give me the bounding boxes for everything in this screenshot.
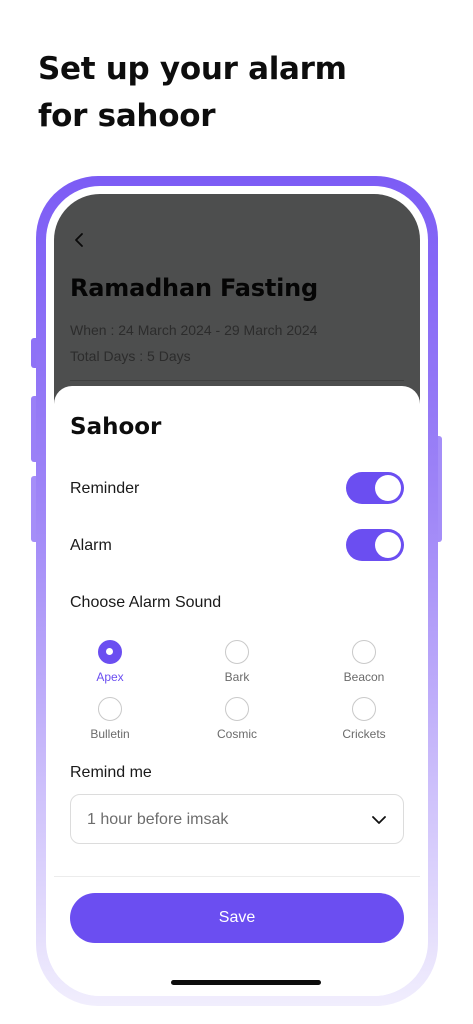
radio-button[interactable]: [98, 640, 122, 664]
sound-label: Cosmic: [216, 727, 257, 741]
headline-line-1: Set up your alarm: [38, 51, 347, 87]
sound-label: Beacon: [343, 670, 385, 684]
sheet-title: Sahoor: [70, 414, 162, 440]
radio-button[interactable]: [225, 697, 249, 721]
phone-screen: Ramadhan Fasting When : 24 March 2024 - …: [46, 186, 428, 996]
divider: [54, 876, 420, 877]
chevron-down-icon: [372, 816, 386, 824]
radio-button[interactable]: [98, 697, 122, 721]
sound-label: Bulletin: [90, 727, 130, 741]
sound-option-beacon[interactable]: Beacon: [319, 640, 409, 688]
toggle-knob: [375, 475, 401, 501]
home-indicator: [171, 980, 321, 985]
alarm-toggle[interactable]: [346, 529, 404, 561]
choose-alarm-sound-label: Choose Alarm Sound: [70, 594, 222, 611]
remind-me-value: 1 hour before imsak: [87, 811, 229, 828]
headline: Set up your alarm for sahoor: [38, 46, 438, 140]
sound-label: Bark: [224, 670, 250, 684]
sound-label: Crickets: [342, 727, 386, 741]
sound-option-cosmic[interactable]: Cosmic: [192, 697, 282, 745]
alarm-label: Alarm: [70, 537, 112, 554]
radio-button[interactable]: [225, 640, 249, 664]
remind-me-dropdown[interactable]: 1 hour before imsak: [70, 794, 404, 844]
radio-button[interactable]: [352, 697, 376, 721]
reminder-label: Reminder: [70, 480, 140, 497]
reminder-toggle[interactable]: [346, 472, 404, 504]
sound-label: Apex: [96, 670, 124, 684]
fasting-title: Ramadhan Fasting: [70, 274, 319, 302]
headline-line-2: for sahoor: [38, 98, 216, 134]
fasting-dates: When : 24 March 2024 - 29 March 2024: [70, 322, 318, 338]
sound-option-crickets[interactable]: Crickets: [319, 697, 409, 745]
sound-option-bark[interactable]: Bark: [192, 640, 282, 688]
sound-option-apex[interactable]: Apex: [65, 640, 155, 688]
sound-option-bulletin[interactable]: Bulletin: [65, 697, 155, 745]
chevron-left-icon[interactable]: [70, 230, 90, 250]
sahoor-bottom-sheet: Sahoor Reminder Alarm Choose Alarm Sound…: [54, 386, 420, 996]
fasting-total-days: Total Days : 5 Days: [70, 348, 191, 364]
remind-me-label: Remind me: [70, 764, 152, 781]
save-button[interactable]: Save: [70, 893, 404, 943]
divider: [70, 380, 404, 381]
toggle-knob: [375, 532, 401, 558]
radio-button[interactable]: [352, 640, 376, 664]
